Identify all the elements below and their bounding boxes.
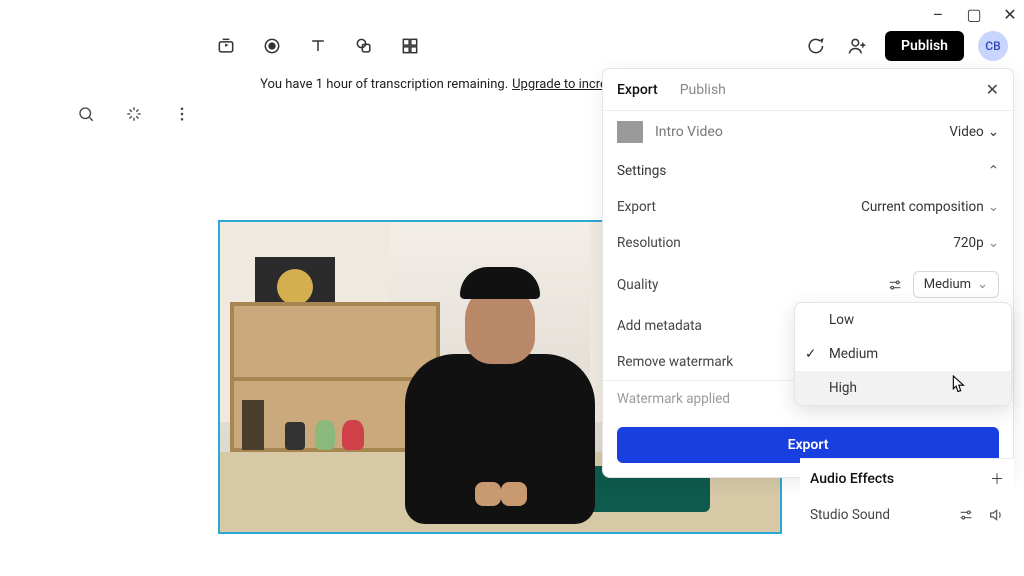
- topbar: Publish CB: [0, 24, 1024, 68]
- check-icon: ✓: [805, 346, 816, 362]
- export-type-select[interactable]: Video ⌄: [949, 124, 999, 140]
- templates-tool-icon[interactable]: [400, 36, 420, 56]
- export-panel: Export Publish ✕ Intro Video Video ⌄ Set…: [602, 68, 1014, 478]
- row-quality: Quality Medium ⌄: [603, 261, 1013, 308]
- window-close-icon[interactable]: ✕: [1004, 8, 1016, 20]
- sliders-icon[interactable]: [958, 507, 974, 523]
- export-title-row: Intro Video Video ⌄: [603, 111, 1013, 153]
- topbar-right: Publish CB: [801, 31, 1008, 61]
- audio-effects-section: Audio Effects ＋ Studio Sound: [800, 458, 1014, 531]
- topbar-tools: [216, 36, 420, 56]
- studio-sound-row[interactable]: Studio Sound: [800, 499, 1014, 531]
- export-panel-tabs: Export Publish ✕: [603, 69, 1013, 111]
- project-name: Intro Video: [655, 124, 723, 140]
- sparkle-icon[interactable]: [124, 104, 144, 124]
- invite-icon[interactable]: [843, 32, 871, 60]
- row-export-scope[interactable]: Export Current composition ⌄: [603, 189, 1013, 225]
- quality-dropdown: Low ✓ Medium High: [794, 302, 1012, 406]
- search-icon[interactable]: [76, 104, 96, 124]
- tab-export[interactable]: Export: [617, 82, 658, 98]
- chevron-down-icon: ⌄: [988, 235, 999, 251]
- audio-effects-header[interactable]: Audio Effects ＋: [800, 459, 1014, 499]
- avatar[interactable]: CB: [978, 31, 1008, 61]
- settings-header[interactable]: Settings ⌃: [603, 153, 1013, 189]
- publish-button[interactable]: Publish: [885, 31, 964, 61]
- tab-publish[interactable]: Publish: [680, 82, 726, 98]
- canvas-toolbar: [76, 104, 192, 124]
- plus-icon[interactable]: ＋: [990, 469, 1004, 489]
- text-tool-icon[interactable]: [308, 36, 328, 56]
- window-maximize-icon[interactable]: ▢: [968, 8, 980, 20]
- chevron-down-icon: ⌄: [988, 124, 999, 140]
- window-minimize-icon[interactable]: –: [932, 8, 944, 20]
- comments-icon[interactable]: [801, 32, 829, 60]
- quality-option-low[interactable]: Low: [795, 303, 1011, 337]
- shapes-tool-icon[interactable]: [354, 36, 374, 56]
- media-tool-icon[interactable]: [216, 36, 236, 56]
- chevron-down-icon: ⌄: [977, 277, 988, 292]
- sliders-icon[interactable]: [887, 277, 903, 293]
- window-controls: – ▢ ✕: [932, 0, 1024, 24]
- speaker-icon[interactable]: [988, 507, 1004, 523]
- chevron-up-icon: ⌃: [988, 163, 999, 179]
- banner-text: You have 1 hour of transcription remaini…: [260, 77, 508, 92]
- more-icon[interactable]: [172, 104, 192, 124]
- record-tool-icon[interactable]: [262, 36, 282, 56]
- project-thumbnail: [617, 121, 643, 143]
- chevron-down-icon: ⌄: [988, 199, 999, 215]
- quality-option-medium[interactable]: ✓ Medium: [795, 337, 1011, 371]
- quality-option-high[interactable]: High: [795, 371, 1011, 405]
- row-resolution[interactable]: Resolution 720p ⌄: [603, 225, 1013, 261]
- close-icon[interactable]: ✕: [986, 80, 999, 99]
- cursor-pointer-icon: [946, 374, 968, 400]
- quality-select[interactable]: Medium ⌄: [913, 271, 999, 298]
